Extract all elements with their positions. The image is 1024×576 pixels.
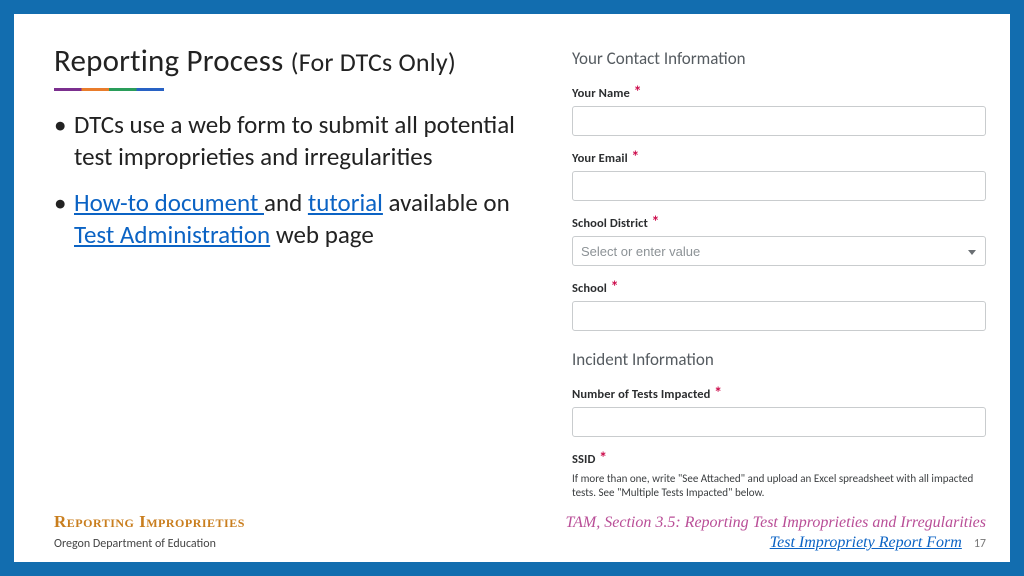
tam-reference: TAM, Section 3.5: Reporting Test Impropr… (565, 514, 986, 532)
section-incident-header: Incident Information (572, 349, 986, 370)
tutorial-link[interactable]: tutorial (308, 187, 383, 218)
bullet-2-mid: and (264, 187, 308, 218)
required-mark: * (611, 278, 619, 297)
form-panel: Your Contact Information Your Name * You… (564, 42, 986, 502)
district-select-wrap (572, 236, 986, 266)
field-school: School * (572, 278, 986, 331)
section-contact-header: Your Contact Information (572, 48, 986, 69)
field-ssid: SSID * If more than one, write "See Atta… (572, 449, 986, 501)
district-label: School District (572, 216, 648, 231)
school-input[interactable] (572, 301, 986, 331)
footer-right: Test Impropriety Report Form 17 (770, 534, 986, 552)
school-label: School (572, 281, 607, 296)
tests-impacted-label: Number of Tests Impacted (572, 387, 710, 402)
slide-frame: Reporting Process (For DTCs Only) DTCs u… (0, 0, 1024, 576)
email-input[interactable] (572, 171, 986, 201)
org-name: Oregon Department of Education (54, 537, 216, 551)
footer-bottom-row: Oregon Department of Education Test Impr… (54, 534, 986, 552)
bullet-1-text: DTCs use a web form to submit all potent… (74, 109, 515, 172)
bullet-2-mid2: available on (383, 187, 510, 218)
name-input[interactable] (572, 106, 986, 136)
bullet-2-end: web page (270, 219, 374, 250)
ssid-help-text: If more than one, write "See Attached" a… (572, 472, 986, 501)
howto-document-link[interactable]: How-to document (74, 187, 264, 218)
bullet-2: How-to document and tutorial available o… (54, 187, 554, 251)
slide-footer: Reporting Improprieties TAM, Section 3.5… (54, 512, 986, 552)
slide-title: Reporting Process (For DTCs Only) (54, 42, 554, 80)
section-label: Reporting Improprieties (54, 512, 245, 532)
district-select[interactable] (572, 236, 986, 266)
required-mark: * (652, 213, 660, 232)
email-label: Your Email (572, 151, 628, 166)
name-label: Your Name (572, 86, 630, 101)
bullet-1: DTCs use a web form to submit all potent… (54, 109, 554, 173)
field-tests-impacted: Number of Tests Impacted * (572, 384, 986, 437)
chevron-down-icon (968, 250, 976, 255)
field-email: Your Email * (572, 148, 986, 201)
report-form-link[interactable]: Test Impropriety Report Form (770, 534, 962, 552)
required-mark: * (599, 449, 607, 468)
required-mark: * (631, 148, 639, 167)
field-name: Your Name * (572, 83, 986, 136)
tests-impacted-input[interactable] (572, 407, 986, 437)
page-number: 17 (974, 537, 986, 551)
required-mark: * (714, 384, 722, 403)
field-district: School District * (572, 213, 986, 266)
footer-top-row: Reporting Improprieties TAM, Section 3.5… (54, 512, 986, 532)
left-column: Reporting Process (For DTCs Only) DTCs u… (54, 42, 564, 502)
ssid-label: SSID (572, 452, 595, 467)
bullet-list: DTCs use a web form to submit all potent… (54, 109, 554, 251)
title-main: Reporting Process (54, 42, 291, 80)
test-admin-link[interactable]: Test Administration (74, 219, 270, 250)
required-mark: * (634, 83, 642, 102)
title-sub: (For DTCs Only) (291, 46, 456, 78)
content-columns: Reporting Process (For DTCs Only) DTCs u… (54, 42, 986, 502)
title-underline (54, 88, 164, 91)
